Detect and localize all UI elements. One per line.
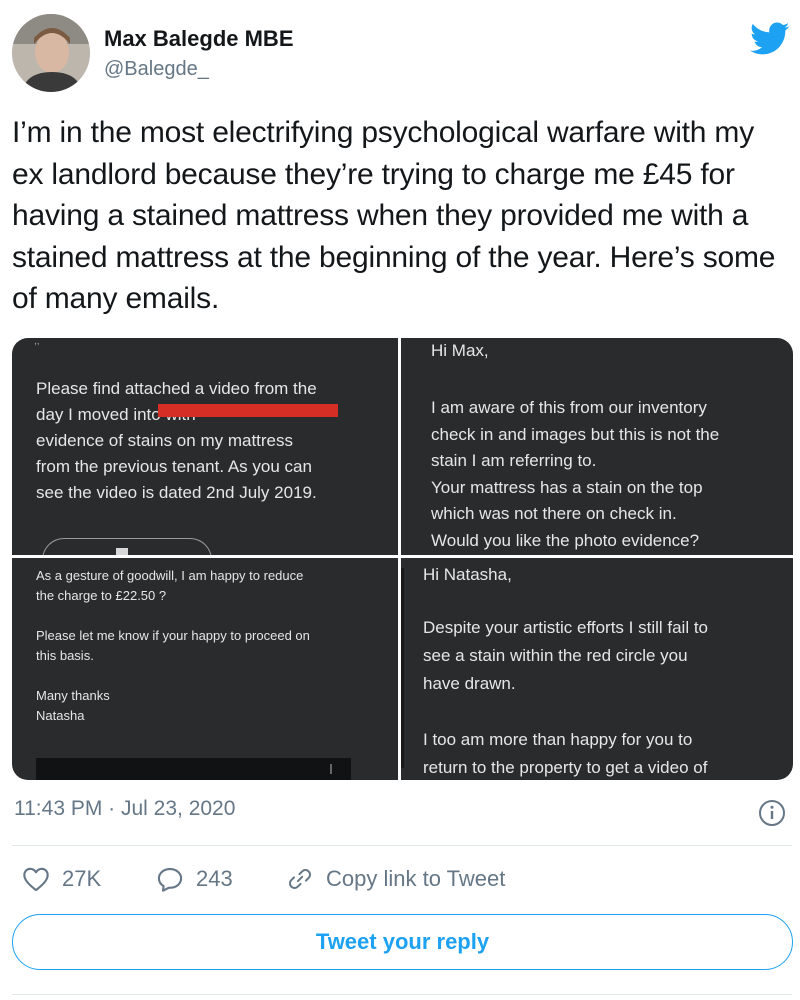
clipped-text-fragment: ,, bbox=[34, 338, 40, 347]
tweet-timestamp[interactable]: 11:43 PM · Jul 23, 2020 bbox=[14, 797, 235, 821]
email-screenshot-1[interactable]: ,, Please find attached a video from the… bbox=[12, 338, 398, 555]
copy-link-label: Copy link to Tweet bbox=[326, 866, 506, 891]
avatar[interactable] bbox=[12, 14, 90, 92]
twitter-bird-icon[interactable] bbox=[750, 22, 790, 56]
redaction-mark bbox=[158, 404, 338, 417]
divider bbox=[12, 994, 792, 995]
like-count: 27K bbox=[62, 866, 102, 891]
email-screenshot-3[interactable]: As a gesture of goodwill, I am happy to … bbox=[12, 558, 398, 780]
reply-count-button[interactable]: 243 bbox=[156, 866, 233, 892]
divider bbox=[12, 845, 792, 846]
author-handle[interactable]: @Balegde_ bbox=[104, 58, 209, 81]
speech-bubble-icon bbox=[157, 868, 183, 892]
like-button[interactable]: 27K bbox=[22, 866, 101, 892]
heart-icon bbox=[23, 867, 49, 892]
media-grid[interactable]: ,, Please find attached a video from the… bbox=[12, 338, 793, 780]
email-text-2: I am aware of this from our inventory ch… bbox=[431, 398, 720, 550]
reply-count: 243 bbox=[196, 866, 233, 891]
email-text-1: Please find attached a video from the da… bbox=[36, 379, 317, 502]
user-avatar-icon bbox=[12, 14, 90, 92]
email-text-4: Despite your artistic efforts I still fa… bbox=[423, 618, 709, 777]
email-text-3: As a gesture of goodwill, I am happy to … bbox=[36, 568, 310, 723]
tweet-your-reply-button[interactable]: Tweet your reply bbox=[12, 914, 793, 970]
email-screenshot-2[interactable]: Hi Max, I am aware of this from our inve… bbox=[401, 338, 793, 555]
panel-edge bbox=[401, 568, 404, 768]
link-icon bbox=[288, 869, 312, 889]
email-greeting-4: Hi Natasha, bbox=[423, 565, 512, 584]
info-icon[interactable] bbox=[758, 799, 786, 827]
attachment-icon bbox=[116, 548, 128, 555]
email-screenshot-4[interactable]: Hi Natasha, Despite your artistic effort… bbox=[401, 558, 793, 780]
bar-marker bbox=[330, 764, 332, 774]
email-greeting-2: Hi Max, bbox=[431, 341, 489, 360]
attachment-bar bbox=[36, 758, 351, 780]
author-display-name[interactable]: Max Balegde MBE bbox=[104, 26, 294, 52]
tweet-text: I’m in the most electrifying psychologic… bbox=[12, 116, 776, 315]
copy-link-button[interactable]: Copy link to Tweet bbox=[286, 866, 505, 892]
